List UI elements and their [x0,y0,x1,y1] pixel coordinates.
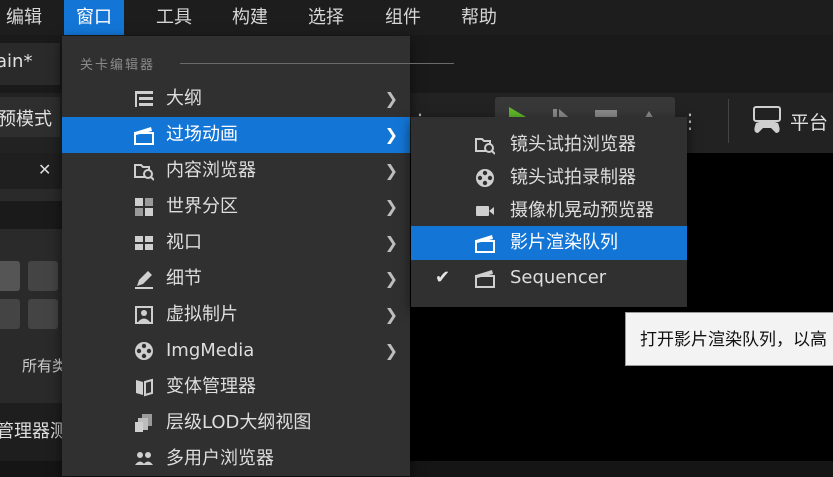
bottom-tab[interactable]: 管理器测 [0,403,68,461]
panel-search-input[interactable] [0,201,62,229]
menu-item-label: 多用户浏览器 [166,448,274,469]
section-divider [180,63,454,64]
variant-manager-icon [136,378,153,397]
menu-item-label: ImgMedia [166,340,255,361]
details-icon [135,271,153,289]
chevron-right-icon: ❯ [384,269,398,288]
menu-select[interactable]: 选择 [296,0,356,35]
tooltip-text: 打开影片渲染队列，以高 [640,330,827,350]
menu-item-label: 世界分区 [166,196,238,217]
reel-icon[interactable] [0,299,20,329]
menu-item-sequencer[interactable]: ✔ Sequencer [411,260,687,296]
menu-item-viewport[interactable]: 视口 ❯ [62,225,410,261]
gamepad-icon [753,106,781,133]
chevron-right-icon: ❯ [384,341,398,360]
menu-item-multi-user-browser[interactable]: 多用户浏览器 [62,441,410,477]
toolbar-divider [728,99,729,143]
multi-user-icon [135,452,153,465]
world-partition-icon [135,198,153,216]
menu-window[interactable]: 窗口 [64,0,124,35]
camera-shake-icon [476,206,494,216]
menu-item-label: 镜头试拍浏览器 [510,134,636,155]
menu-build[interactable]: 构建 [220,0,280,35]
sequencer-icon [475,270,495,288]
take-browser-icon [475,138,495,155]
menu-item-label: 镜头试拍录制器 [510,167,636,188]
movie-render-queue-icon [475,235,495,253]
level-tab[interactable]: ain* [0,43,60,85]
menu-components[interactable]: 组件 [373,0,433,35]
platforms-label: 平台 [790,112,829,134]
close-icon[interactable]: ✕ [38,160,51,179]
menu-item-variant-manager[interactable]: 变体管理器 [62,369,410,405]
menu-item-virtual-production[interactable]: 虚拟制片 ❯ [62,297,410,333]
virtual-production-icon [135,306,153,324]
menu-item-label: 层级LOD大纲视图 [166,412,312,433]
menu-item-label: 影片渲染队列 [510,232,618,253]
bottom-tab-label: 管理器测 [0,421,68,442]
menu-item-label: 变体管理器 [166,376,256,397]
cinematics-submenu: 镜头试拍浏览器 镜头试拍录制器 摄像机晃动预览器 影片渲染队列 ✔ Sequen… [411,117,687,307]
cube-icon[interactable] [0,261,20,291]
chevron-right-icon: ❯ [384,161,398,180]
menu-item-details[interactable]: 细节 ❯ [62,261,410,297]
folder-search-icon [134,164,154,181]
platforms-button[interactable]: 平台 [748,99,833,143]
menu-help[interactable]: 帮助 [449,0,509,35]
window-menu: 关卡编辑器 大纲 ❯ 过场动画 ❯ 内容浏览器 ❯ 世界分区 ❯ 视口 ❯ 细节… [62,36,454,477]
menu-item-world-partition[interactable]: 世界分区 ❯ [62,189,410,225]
menu-item-label: 内容浏览器 [166,160,256,181]
left-panel: ✕ 所有类 管理器测 [0,153,68,461]
chevron-right-icon: ❯ [384,89,398,108]
menu-item-take-browser[interactable]: 镜头试拍浏览器 [411,127,687,163]
tooltip: 打开影片渲染队列，以高 [625,312,833,366]
menu-item-movie-render-queue[interactable]: 影片渲染队列 [411,226,687,260]
menu-edit[interactable]: 编辑 [0,0,54,35]
menu-item-cinematics[interactable]: 过场动画 ❯ [62,117,410,153]
all-classes-label: 所有类 [22,357,68,375]
chevron-right-icon: ❯ [384,233,398,252]
menu-item-label: 大纲 [166,88,202,109]
outliner-icon [135,91,153,107]
menu-item-label: 过场动画 [166,124,238,145]
menu-item-outliner[interactable]: 大纲 ❯ [62,81,410,117]
chevron-right-icon: ❯ [384,197,398,216]
menu-item-take-recorder[interactable]: 镜头试拍录制器 [411,160,687,196]
checkmark-icon: ✔ [435,267,451,288]
level-tab-title: ain* [0,51,33,72]
menu-item-label: 细节 [166,268,202,289]
menu-item-label: 虚拟制片 [166,304,238,325]
menu-item-label: 视口 [166,232,202,253]
layer-icon[interactable] [28,299,58,329]
menu-item-label: Sequencer [510,267,607,288]
menu-item-hlod-outliner[interactable]: 层级LOD大纲视图 [62,405,410,441]
clapperboard-icon [134,127,154,145]
chevron-right-icon: ❯ [384,305,398,324]
hlod-icon [135,414,152,432]
menu-item-camera-shake-previewer[interactable]: 摄像机晃动预览器 [411,193,687,229]
mode-selector[interactable]: 预模式 [0,97,60,137]
viewport-icon [135,236,153,250]
section-level-editor: 关卡编辑器 [80,58,156,73]
menu-item-content-browser[interactable]: 内容浏览器 ❯ [62,153,410,189]
take-recorder-icon [476,169,494,187]
chevron-right-icon: ❯ [384,125,398,144]
menu-bar: 编辑 窗口 工具 构建 选择 组件 帮助 [0,0,833,35]
clapper-icon[interactable] [28,261,58,291]
mode-label: 预模式 [0,109,52,130]
panel-header: ✕ [0,153,62,189]
menu-item-imgmedia[interactable]: ImgMedia ❯ [62,333,410,369]
menu-tools[interactable]: 工具 [144,0,204,35]
menu-item-label: 摄像机晃动预览器 [510,200,654,221]
film-reel-icon [135,342,153,360]
